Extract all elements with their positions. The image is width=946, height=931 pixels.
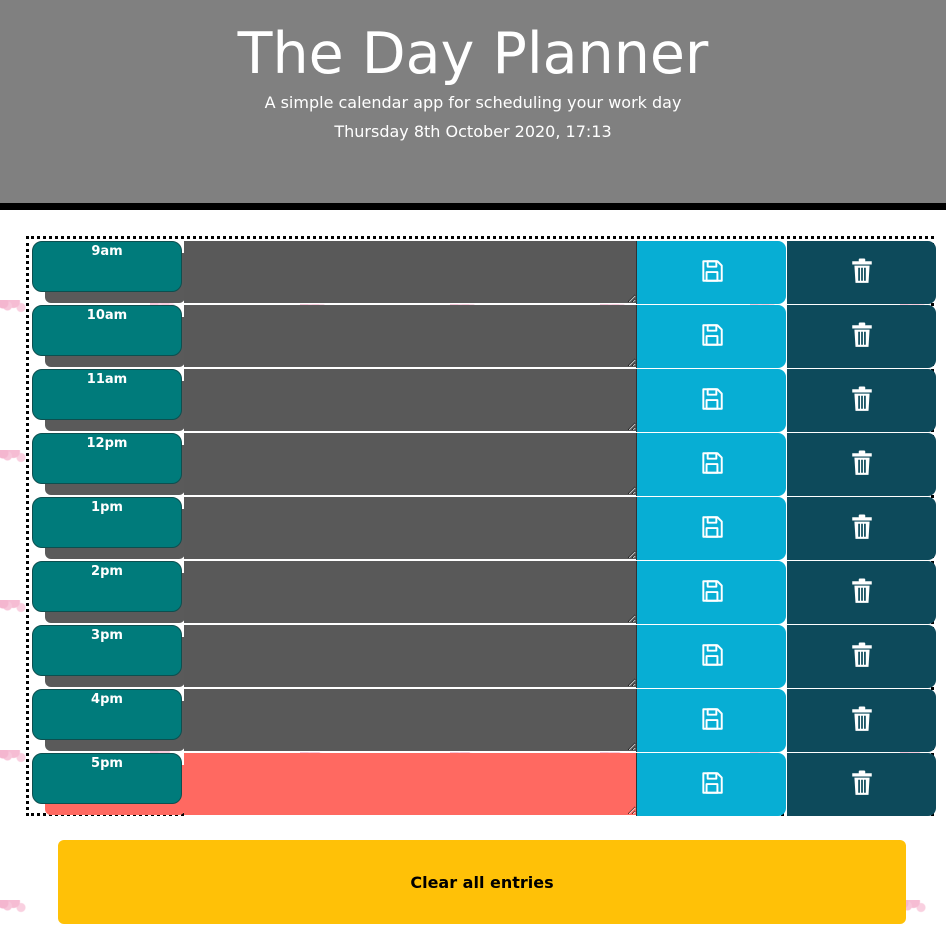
floppy-disk-icon [699, 450, 725, 479]
event-entry-input[interactable] [184, 497, 636, 560]
trash-can-icon [851, 706, 873, 735]
event-entry-input[interactable] [184, 625, 636, 688]
time-block-row: 12pm [32, 433, 936, 496]
time-block-row: 3pm [32, 625, 936, 688]
time-block-row: 1pm [32, 497, 936, 560]
floppy-disk-icon [699, 322, 725, 351]
time-block-row: 10am [32, 305, 936, 368]
hour-label: 2pm [32, 561, 182, 612]
event-entry-input[interactable] [184, 369, 636, 432]
delete-button[interactable] [787, 433, 936, 496]
page-subtitle: A simple calendar app for scheduling you… [264, 93, 682, 112]
save-button[interactable] [636, 433, 786, 496]
hour-label: 11am [32, 369, 182, 420]
event-entry-input[interactable] [184, 433, 636, 496]
trash-can-icon [851, 322, 873, 351]
trash-can-icon [851, 770, 873, 799]
time-block-row: 2pm [32, 561, 936, 624]
hour-label: 3pm [32, 625, 182, 676]
current-datetime: Thursday 8th October 2020, 17:13 [334, 122, 612, 141]
hour-label: 12pm [32, 433, 182, 484]
event-entry-input[interactable] [184, 753, 636, 816]
event-entry-input[interactable] [184, 241, 636, 304]
floppy-disk-icon [699, 770, 725, 799]
time-block-row: 11am [32, 369, 936, 432]
floppy-disk-icon [699, 706, 725, 735]
planner-container: 9am 10am 11am 12pm 1pm 2pm 3pm 4pm 5pm [26, 236, 936, 816]
time-block-row: 9am [32, 241, 936, 304]
save-button[interactable] [636, 753, 786, 816]
save-button[interactable] [636, 689, 786, 752]
delete-button[interactable] [787, 753, 936, 816]
save-button[interactable] [636, 305, 786, 368]
hour-label: 4pm [32, 689, 182, 740]
hour-label: 10am [32, 305, 182, 356]
header: The Day Planner A simple calendar app fo… [0, 0, 946, 210]
save-button[interactable] [636, 369, 786, 432]
trash-can-icon [851, 578, 873, 607]
trash-can-icon [851, 450, 873, 479]
delete-button[interactable] [787, 369, 936, 432]
floppy-disk-icon [699, 514, 725, 543]
trash-can-icon [851, 386, 873, 415]
save-button[interactable] [636, 497, 786, 560]
save-button[interactable] [636, 625, 786, 688]
event-entry-input[interactable] [184, 561, 636, 624]
save-button[interactable] [636, 241, 786, 304]
delete-button[interactable] [787, 497, 936, 560]
delete-button[interactable] [787, 305, 936, 368]
clear-all-button[interactable]: Clear all entries [58, 840, 906, 924]
delete-button[interactable] [787, 241, 936, 304]
floppy-disk-icon [699, 258, 725, 287]
trash-can-icon [851, 258, 873, 287]
floppy-disk-icon [699, 642, 725, 671]
floppy-disk-icon [699, 386, 725, 415]
delete-button[interactable] [787, 625, 936, 688]
floppy-disk-icon [699, 578, 725, 607]
trash-can-icon [851, 642, 873, 671]
delete-button[interactable] [787, 689, 936, 752]
hour-label: 5pm [32, 753, 182, 804]
hour-label: 1pm [32, 497, 182, 548]
time-block-row: 4pm [32, 689, 936, 752]
trash-can-icon [851, 514, 873, 543]
event-entry-input[interactable] [184, 305, 636, 368]
event-entry-input[interactable] [184, 689, 636, 752]
delete-button[interactable] [787, 561, 936, 624]
time-block-row: 5pm [32, 753, 936, 816]
hour-label: 9am [32, 241, 182, 292]
save-button[interactable] [636, 561, 786, 624]
page-title: The Day Planner [237, 21, 709, 87]
